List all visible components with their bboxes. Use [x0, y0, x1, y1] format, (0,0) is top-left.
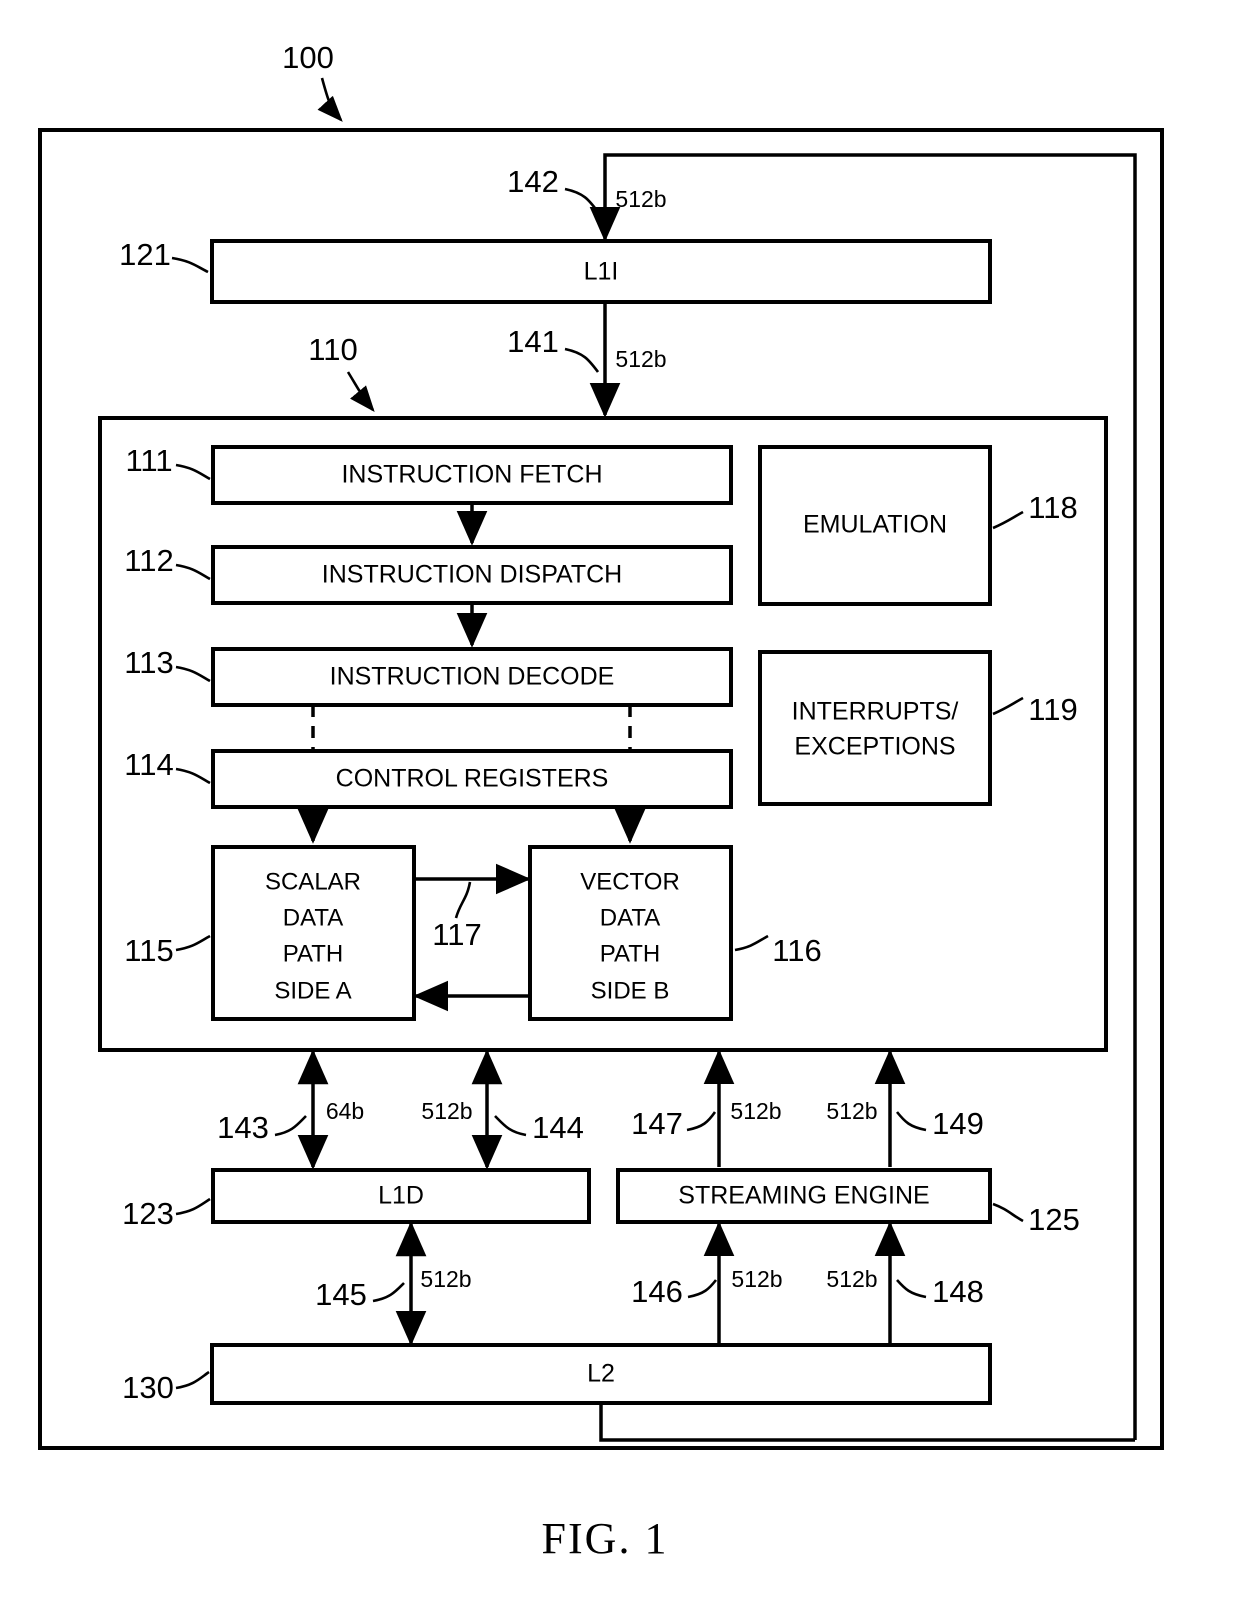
ref-number-121: 121 [119, 237, 171, 272]
system-block-diagram: 100 512b 142 L1I 121 512b 141 110 INSTRU… [38, 40, 1164, 1563]
block-emulation-label: EMULATION [803, 511, 947, 539]
leader-line-116 [734, 934, 769, 952]
leader-line-123 [175, 1197, 211, 1216]
bus-147-width: 512b [730, 1098, 781, 1124]
ref-number-112: 112 [124, 543, 173, 578]
ref-number-141: 141 [507, 324, 559, 359]
leader-line-113 [175, 665, 211, 683]
block-control-registers-label: CONTROL REGISTERS [336, 765, 609, 793]
block-scalar-data-path-line3: PATH [283, 940, 343, 967]
ref-number-146: 146 [631, 1274, 683, 1309]
bus-146-width: 512b [731, 1266, 782, 1292]
block-vector-data-path-line2: DATA [600, 904, 660, 931]
patent-figure-page: 100 512b 142 L1I 121 512b 141 110 INSTRU… [0, 0, 1240, 1604]
ref-number-119: 119 [1028, 692, 1077, 727]
leader-line-146 [687, 1279, 718, 1299]
bus-148-width: 512b [826, 1266, 877, 1292]
ref-number-118: 118 [1028, 490, 1077, 525]
leader-line-118 [992, 510, 1024, 530]
ref-number-148: 148 [932, 1274, 984, 1309]
ref-number-142: 142 [507, 164, 559, 199]
leader-line-100 [317, 77, 343, 122]
block-streaming-engine-label: STREAMING ENGINE [678, 1182, 929, 1210]
ref-number-149: 149 [932, 1106, 984, 1141]
block-scalar-data-path-line4: SIDE A [274, 977, 351, 1004]
leader-line-148 [896, 1279, 927, 1299]
leader-line-142 [564, 187, 600, 213]
ref-number-143: 143 [217, 1110, 269, 1145]
ref-number-114: 114 [124, 747, 173, 782]
bus-144-width: 512b [421, 1098, 472, 1124]
leader-line-112 [175, 563, 211, 581]
leader-line-111 [175, 463, 211, 481]
ref-number-144: 144 [532, 1110, 584, 1145]
ref-number-115: 115 [124, 933, 173, 968]
block-instruction-dispatch-label: INSTRUCTION DISPATCH [322, 561, 622, 589]
ref-number-113: 113 [124, 645, 173, 680]
leader-line-121 [171, 256, 209, 274]
ref-number-123: 123 [122, 1196, 174, 1231]
ref-number-100: 100 [282, 40, 334, 75]
bus-143-width: 64b [326, 1098, 364, 1124]
block-l1d-label: L1D [378, 1182, 424, 1210]
leader-line-119 [992, 696, 1024, 716]
bus-142-width: 512b [615, 186, 666, 212]
ref-number-117: 117 [432, 917, 481, 952]
ref-number-147: 147 [631, 1106, 683, 1141]
block-scalar-data-path-line1: SCALAR [265, 868, 361, 895]
leader-line-145 [372, 1282, 405, 1303]
leader-line-117 [454, 881, 472, 919]
block-l2-label: L2 [587, 1360, 615, 1388]
leader-line-114 [175, 767, 211, 785]
ref-number-130: 130 [122, 1370, 174, 1405]
ref-number-116: 116 [772, 933, 821, 968]
ref-number-125: 125 [1028, 1202, 1080, 1237]
ref-number-145: 145 [315, 1277, 367, 1312]
block-instruction-fetch-label: INSTRUCTION FETCH [341, 461, 602, 489]
figure-caption: FIG. 1 [542, 1514, 669, 1563]
block-vector-data-path-line4: SIDE B [591, 977, 670, 1004]
leader-line-147 [686, 1111, 717, 1132]
bus-142-return-rail [599, 1403, 1135, 1442]
block-interrupts-exceptions-line2: EXCEPTIONS [794, 733, 955, 761]
block-vector-data-path-line3: PATH [600, 940, 660, 967]
leader-line-115 [175, 934, 211, 952]
bus-149-width: 512b [826, 1098, 877, 1124]
leader-line-143 [274, 1115, 307, 1137]
block-vector-data-path-line1: VECTOR [580, 868, 680, 895]
leader-line-110 [346, 371, 375, 412]
leader-line-125 [992, 1202, 1024, 1223]
leader-line-130 [175, 1370, 210, 1390]
ref-number-110: 110 [308, 332, 357, 367]
block-scalar-data-path-line2: DATA [283, 904, 343, 931]
block-l1i-label: L1I [584, 258, 619, 286]
bus-141-width: 512b [615, 346, 666, 372]
block-interrupts-exceptions[interactable] [758, 650, 992, 806]
leader-line-144 [494, 1115, 527, 1137]
leader-line-141 [564, 347, 600, 373]
bus-145-width: 512b [420, 1266, 471, 1292]
leader-line-149 [895, 1111, 927, 1132]
block-interrupts-exceptions-line1: INTERRUPTS/ [792, 698, 959, 726]
block-instruction-decode-label: INSTRUCTION DECODE [330, 663, 615, 691]
ref-number-111: 111 [125, 443, 172, 478]
